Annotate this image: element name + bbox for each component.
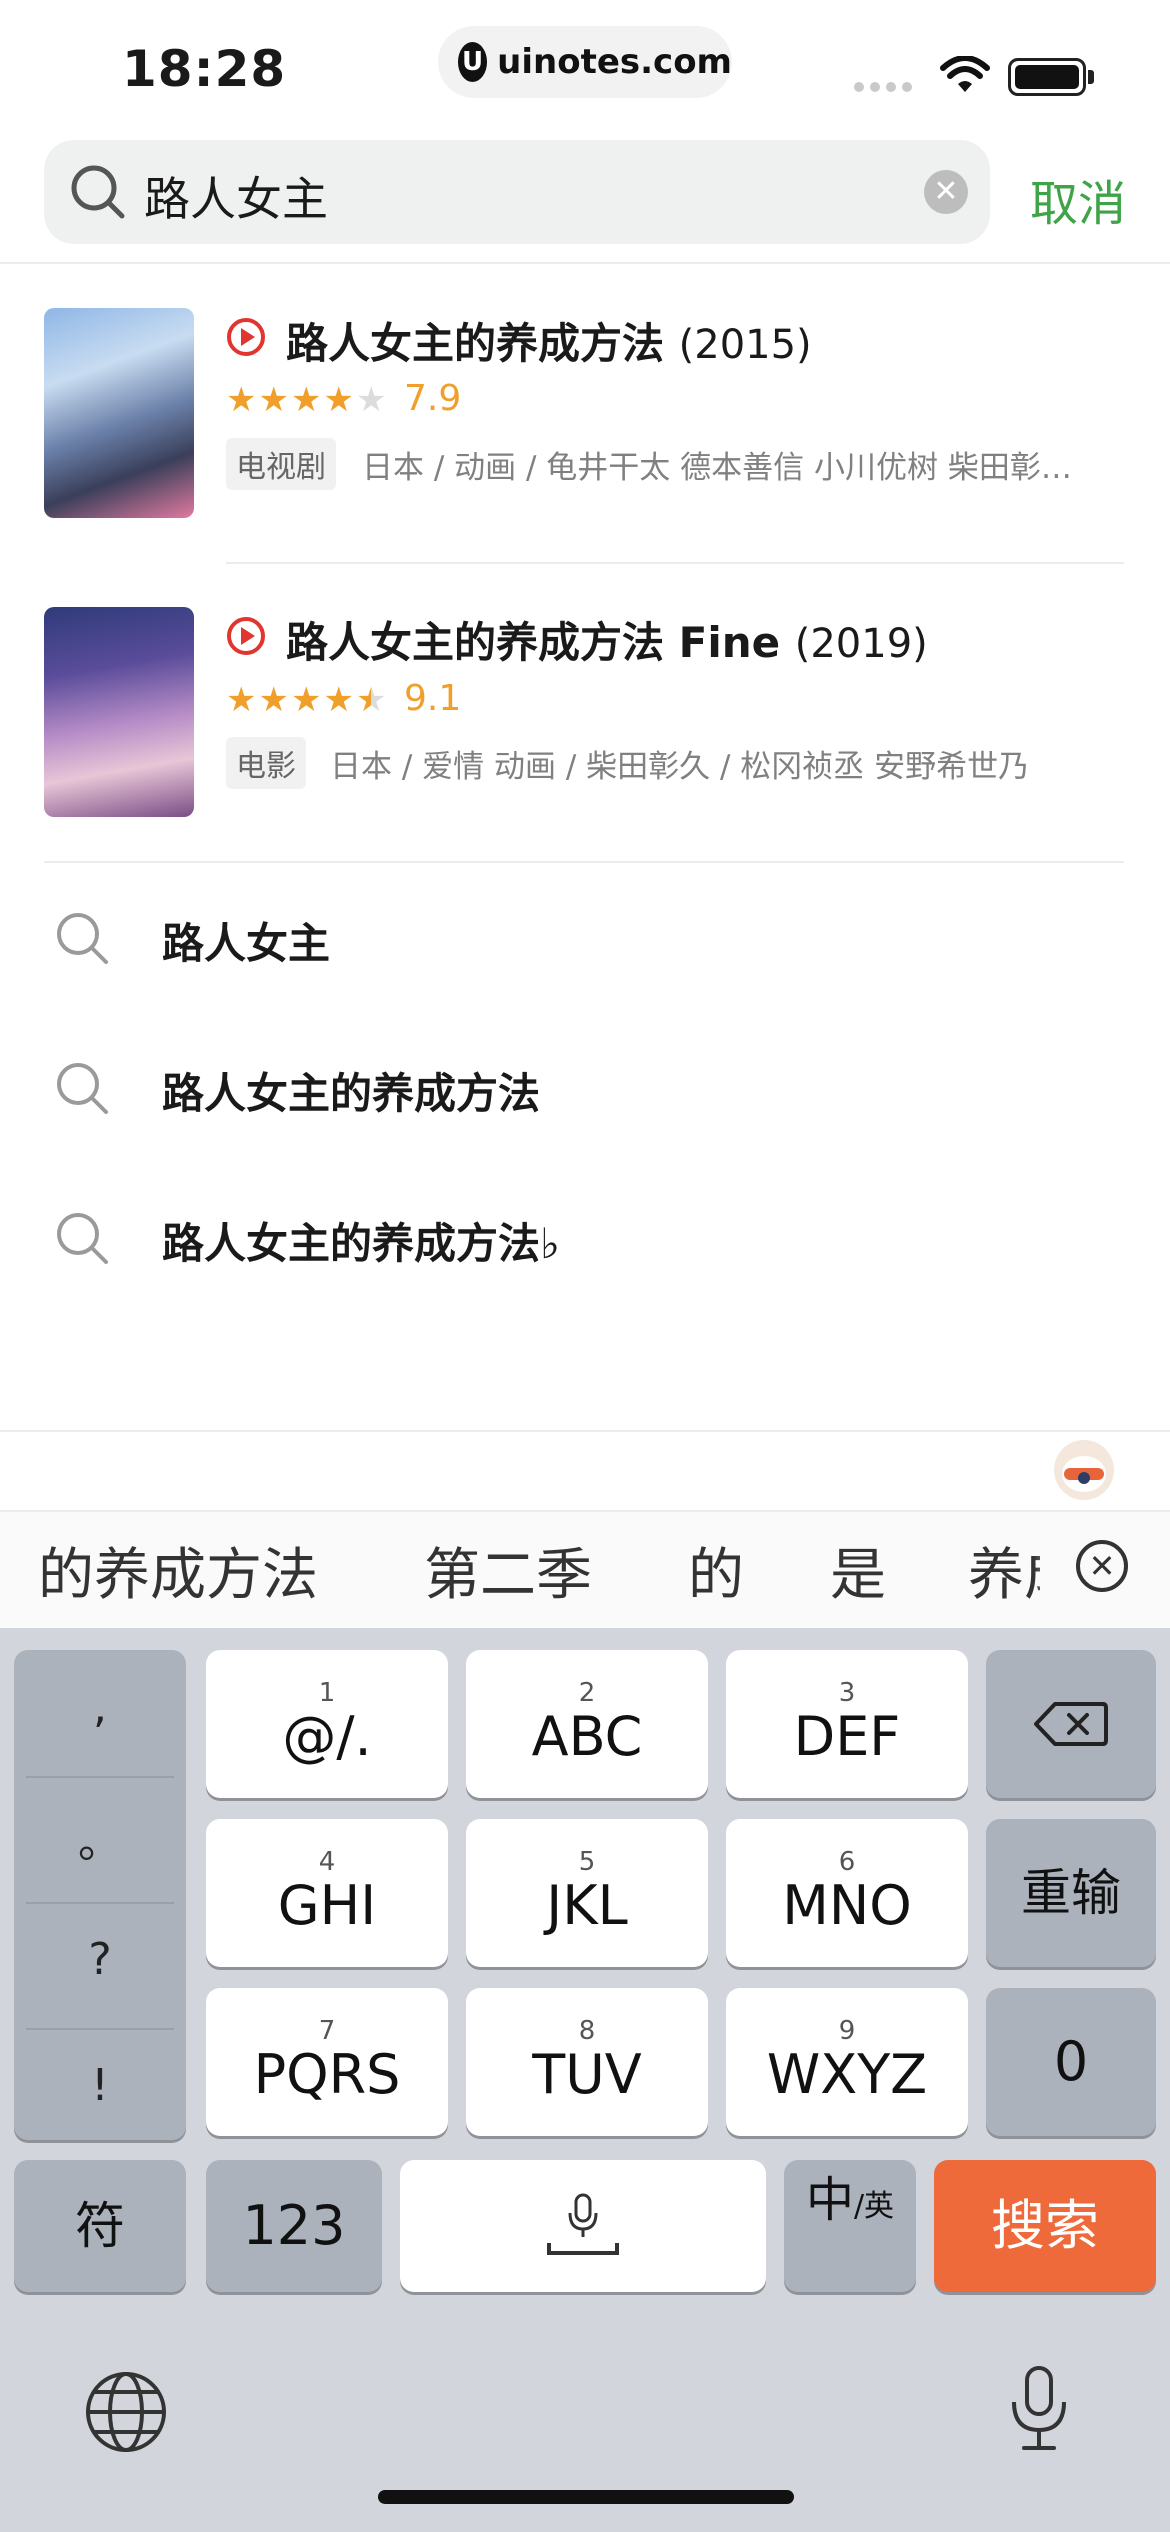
battery-tip xyxy=(1088,70,1094,84)
clear-search-button[interactable]: ✕ xyxy=(924,170,968,214)
punct-key[interactable]: 。 xyxy=(14,1806,186,1870)
key-2[interactable]: 2 ABC xyxy=(466,1650,708,1798)
key-1[interactable]: 1 @/. xyxy=(206,1650,448,1798)
key-3[interactable]: 3 DEF xyxy=(726,1650,968,1798)
key-5[interactable]: 5 JKL xyxy=(466,1819,708,1967)
result-poster[interactable] xyxy=(44,308,194,518)
punctuation-column[interactable]: , 。 ? ! xyxy=(14,1650,186,2140)
suggestion-item[interactable]: 路人女主 xyxy=(162,910,330,971)
punct-key[interactable]: ? xyxy=(14,1934,186,1985)
rating-score: 9.1 xyxy=(404,678,462,719)
space-mic-icon xyxy=(547,2193,619,2255)
rating-stars: ★ ★ ★ ★ ★ xyxy=(226,680,387,720)
home-indicator[interactable] xyxy=(378,2490,794,2504)
divider xyxy=(226,562,1124,564)
numbers-button[interactable]: 123 xyxy=(206,2160,382,2292)
rating-stars: ★ ★ ★ ★ ★ xyxy=(226,380,387,420)
key-4[interactable]: 4 GHI xyxy=(206,1819,448,1967)
rating-score: 7.9 xyxy=(404,378,462,419)
key-6[interactable]: 6 MNO xyxy=(726,1819,968,1967)
result-poster[interactable] xyxy=(44,607,194,817)
language-switch-button[interactable]: 中/英 xyxy=(784,2160,916,2292)
backspace-button[interactable] xyxy=(986,1650,1156,1798)
play-icon xyxy=(227,617,265,655)
key-9[interactable]: 9 WXYZ xyxy=(726,1988,968,2136)
battery-icon xyxy=(1008,58,1086,96)
site-logo-icon: U xyxy=(458,42,488,82)
candidate-item[interactable]: 养成 xyxy=(968,1530,1040,1611)
punct-key[interactable]: ! xyxy=(14,2060,186,2111)
search-button[interactable]: 搜索 xyxy=(934,2160,1156,2292)
key-7[interactable]: 7 PQRS xyxy=(206,1988,448,2136)
result-meta: 日本 / 动画 / 龟井干太 德本善信 小川优树 柴田彰… xyxy=(362,450,1072,486)
url-pill[interactable]: U uinotes.com xyxy=(438,26,732,98)
candidate-item[interactable]: 第二季 xyxy=(424,1530,592,1611)
space-button[interactable] xyxy=(400,2160,766,2292)
result-meta: 日本 / 爱情 动画 / 柴田彰久 / 松冈祯丞 安野希世乃 xyxy=(330,749,1030,785)
search-icon xyxy=(71,165,125,219)
close-candidates-icon[interactable]: ✕ xyxy=(1076,1540,1128,1592)
keyboard-mascot-icon[interactable] xyxy=(1054,1440,1114,1500)
wifi-icon xyxy=(940,56,990,92)
type-tag: 电视剧 xyxy=(226,438,336,490)
search-query[interactable]: 路人女主 xyxy=(144,163,328,229)
candidate-item[interactable]: 是 xyxy=(830,1530,886,1611)
type-tag: 电影 xyxy=(226,737,306,789)
divider xyxy=(0,1430,1170,1432)
microphone-icon[interactable] xyxy=(1004,2364,1074,2454)
status-time: 18:28 xyxy=(122,40,287,98)
candidate-item[interactable]: 的养成方法 xyxy=(38,1530,318,1611)
result-title[interactable]: 路人女主的养成方法 Fine (2019) xyxy=(286,609,928,670)
url-text: uinotes.com xyxy=(497,42,732,82)
backspace-icon xyxy=(1034,1702,1108,1746)
result-title[interactable]: 路人女主的养成方法 (2015) xyxy=(286,310,812,371)
fade-edge xyxy=(1034,1512,1070,1626)
punct-key[interactable]: , xyxy=(14,1682,186,1733)
play-icon xyxy=(227,318,265,356)
symbols-button[interactable]: 符 xyxy=(14,2160,186,2292)
globe-icon[interactable] xyxy=(84,2370,168,2454)
divider xyxy=(44,861,1124,863)
divider xyxy=(0,262,1170,264)
search-icon xyxy=(57,913,108,964)
search-icon xyxy=(57,1213,108,1264)
search-icon xyxy=(57,1063,108,1114)
reenter-button[interactable]: 重输 xyxy=(986,1819,1156,1967)
cellular-signal-icon xyxy=(854,82,912,92)
suggestion-item[interactable]: 路人女主的养成方法♭ xyxy=(162,1210,560,1271)
key-0[interactable]: 0 xyxy=(986,1988,1156,2136)
suggestion-item[interactable]: 路人女主的养成方法 xyxy=(162,1060,540,1121)
cancel-button[interactable]: 取消 xyxy=(1030,164,1126,234)
key-8[interactable]: 8 TUV xyxy=(466,1988,708,2136)
candidate-item[interactable]: 的 xyxy=(688,1530,744,1611)
